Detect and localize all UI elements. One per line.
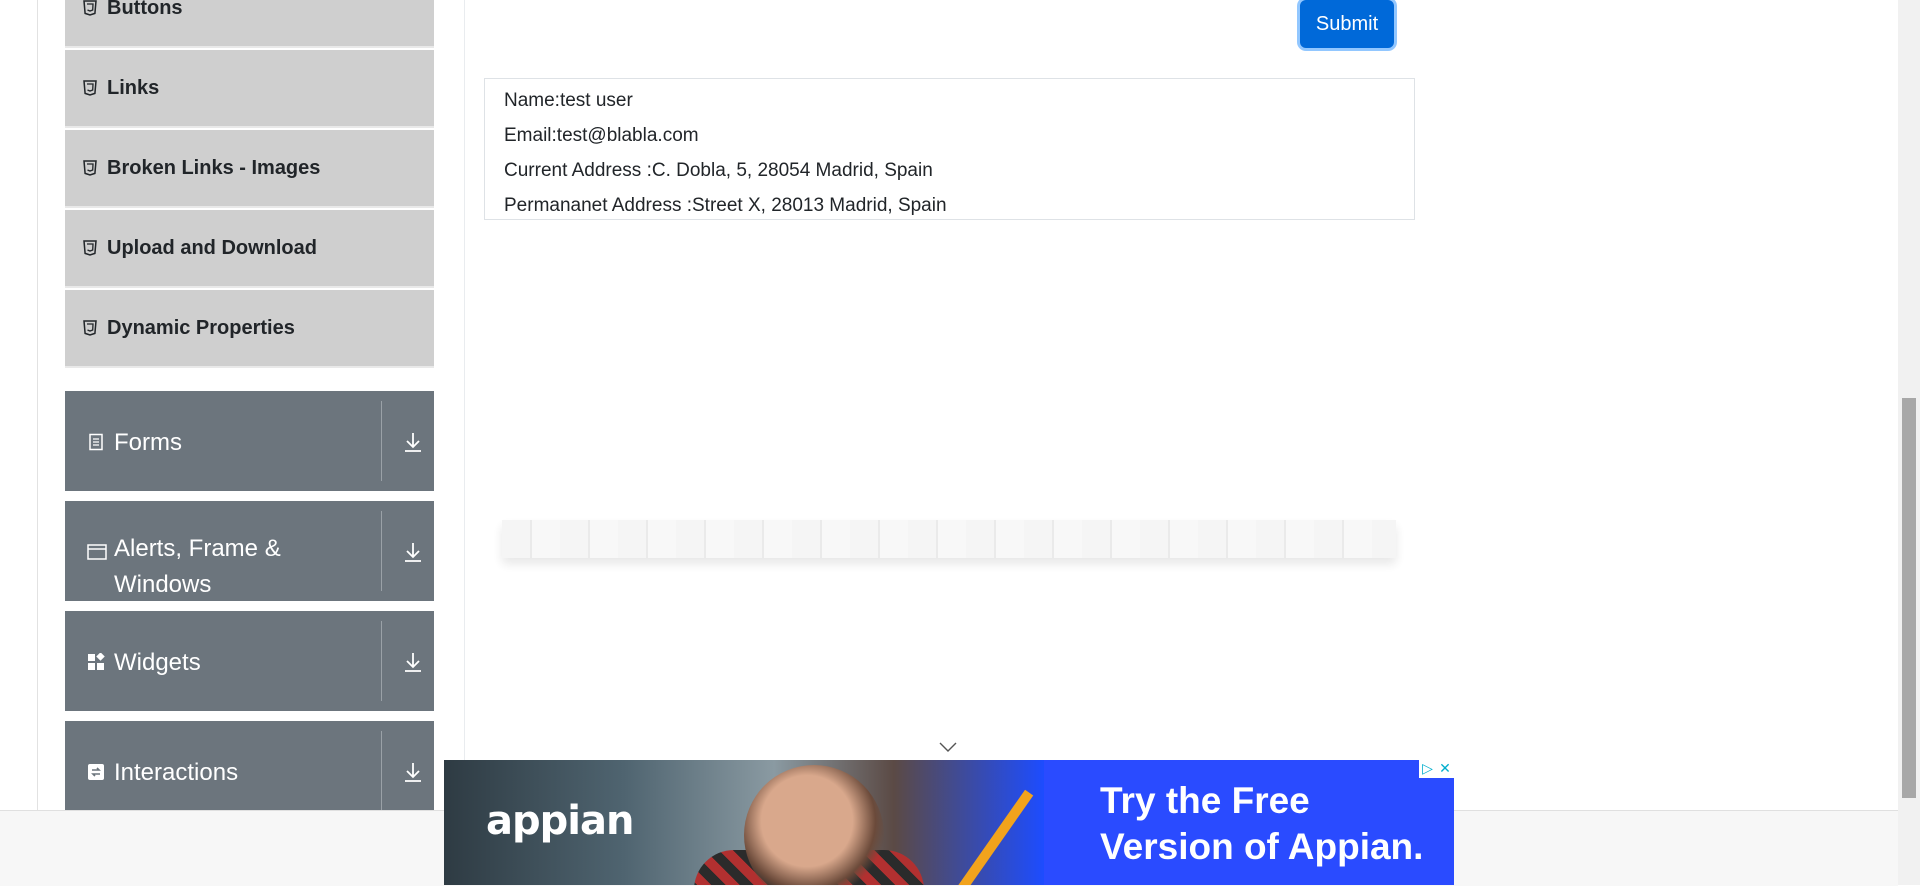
download-arrow-icon[interactable] — [402, 651, 424, 673]
ad-headline-line1: Try the Free — [1100, 780, 1310, 821]
download-arrow-icon[interactable] — [402, 761, 424, 783]
sidebar-item-label: Buttons — [107, 0, 183, 19]
ad-controls: ▷ ✕ — [1419, 760, 1454, 778]
divider — [381, 621, 382, 701]
divider — [381, 731, 382, 811]
output-current-address: Current Address :C. Dobla, 5, 28054 Madr… — [504, 160, 933, 181]
adchoices-icon[interactable]: ▷ — [1422, 760, 1433, 778]
content-divider — [464, 0, 465, 810]
output-permanent-address: Permananet Address :Street X, 28013 Madr… — [504, 195, 947, 216]
group-header-widgets[interactable]: Widgets — [65, 611, 434, 711]
ad-logo: appian — [486, 798, 634, 844]
output-name: Name:test user — [504, 90, 633, 111]
group-label: Interactions — [114, 759, 239, 786]
sidebar-item-label: Dynamic Properties — [107, 316, 295, 339]
html5-icon — [83, 0, 97, 16]
close-icon[interactable]: ✕ — [1439, 760, 1451, 778]
sidebar-item-label: Broken Links - Images — [107, 156, 321, 179]
sidebar-item-upload-download[interactable]: Upload and Download — [65, 210, 434, 288]
window-icon — [87, 543, 107, 561]
group-label: Forms — [114, 429, 182, 456]
form-icon — [87, 433, 105, 451]
divider — [381, 511, 382, 591]
html5-icon — [83, 320, 97, 336]
download-arrow-icon[interactable] — [402, 541, 424, 563]
divider — [381, 401, 382, 481]
group-header-interactions[interactable]: Interactions — [65, 721, 434, 821]
group-header-alerts-frame-windows[interactable]: Alerts, Frame & Windows — [65, 501, 434, 601]
html5-icon — [83, 240, 97, 256]
group-label: Alerts, Frame & Windows — [114, 535, 281, 598]
sidebar-item-broken-links[interactable]: Broken Links - Images — [65, 130, 434, 208]
interactions-icon — [87, 763, 105, 781]
ad-banner[interactable]: appian Try the Free Version of Appian. ▷… — [444, 760, 1454, 885]
sidebar-item-buttons[interactable]: Buttons — [65, 0, 434, 48]
output-email: Email:test@blabla.com — [504, 125, 699, 146]
scrollbar[interactable] — [1898, 0, 1920, 885]
left-column-border — [37, 0, 38, 810]
html5-icon — [83, 80, 97, 96]
widgets-icon — [87, 652, 105, 671]
chevron-down-icon[interactable] — [938, 740, 958, 752]
group-header-forms[interactable]: Forms — [65, 391, 434, 491]
submit-button[interactable]: Submit — [1300, 0, 1394, 48]
sidebar-item-links[interactable]: Links — [65, 50, 434, 128]
output-box: Name:test user Email:test@blabla.com Cur… — [484, 78, 1415, 220]
sidebar-item-dynamic-properties[interactable]: Dynamic Properties — [65, 290, 434, 368]
sidebar-item-label: Links — [107, 76, 160, 99]
download-arrow-icon[interactable] — [402, 431, 424, 453]
html5-icon — [83, 160, 97, 176]
ad-placeholder-strip — [502, 520, 1396, 558]
ad-headline-line2: Version of Appian. — [1100, 826, 1424, 867]
scrollbar-thumb[interactable] — [1902, 398, 1916, 798]
ad-headline: Try the Free Version of Appian. — [1100, 778, 1423, 870]
group-label: Widgets — [114, 649, 201, 676]
sidebar-item-label: Upload and Download — [107, 236, 317, 259]
